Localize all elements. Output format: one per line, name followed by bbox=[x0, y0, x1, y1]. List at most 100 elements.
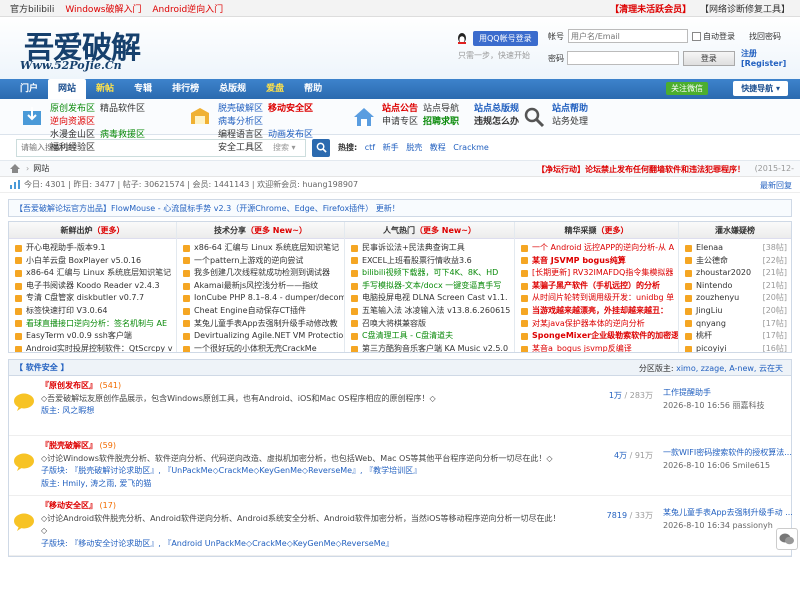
column-item[interactable]: Android实时投屏控制软件：QtScrcpy v bbox=[15, 343, 176, 352]
column-item[interactable]: 看球直播接口逆向分析：签名机制与 AE bbox=[15, 318, 176, 331]
latest-reply-link[interactable]: 最新回复 bbox=[760, 180, 792, 191]
official-ad-line[interactable]: 【吾爱破解论坛官方出品】FlowMouse - 心流鼠标手势 v2.3（开源Ch… bbox=[8, 199, 792, 217]
nav-ranking[interactable]: 排行榜 bbox=[162, 79, 209, 99]
column-item[interactable]: [长期更新] RV32IMAFDQ指令集模拟器 bbox=[521, 267, 678, 280]
site-logo[interactable]: 吾爱破解 Www.52PoJie.Cn bbox=[20, 23, 175, 77]
column-item[interactable]: Cheat Engine自动保存CT插件 bbox=[183, 305, 344, 318]
column-item[interactable]: 一个pattern上游戏的逆向尝试 bbox=[183, 255, 344, 268]
nav-portal[interactable]: 门户 bbox=[10, 79, 48, 99]
subnav-link-animation[interactable]: 动画发布区 bbox=[268, 130, 313, 140]
forum-title[interactable]: 『移动安全区』 bbox=[41, 501, 97, 510]
column-item-title[interactable]: Cheat Engine自动保存CT插件 bbox=[194, 305, 306, 318]
column-item-title[interactable]: 开心电视助手-版本9.1 bbox=[26, 242, 106, 255]
column-item[interactable]: EXCEL上班看股票行情收益3.6 bbox=[351, 255, 514, 268]
column-item[interactable]: 民事诉讼法+民法典查询工具 bbox=[351, 242, 514, 255]
bilibili-link[interactable]: 官方bilibili bbox=[10, 5, 54, 15]
column-item[interactable]: 我多创建几次线程就成功检测到调试器 bbox=[183, 267, 344, 280]
column-item-title[interactable]: 某音a_bogus jsvmp反编译 bbox=[532, 343, 632, 352]
subnav-link-quality[interactable]: 精品软件区 bbox=[100, 104, 145, 114]
column-item[interactable]: 当游戏越来越漂亮，外挂却越来越丑： bbox=[521, 305, 678, 318]
column-item[interactable]: bilibili视频下载器，可下4K、8K、HD bbox=[351, 267, 514, 280]
moderators-list[interactable]: ximo, zzage, A-new, 云在天 bbox=[676, 364, 783, 373]
column-item-title[interactable]: 从时间片轮转到调用级开发：unidbg 单 bbox=[532, 292, 674, 305]
column-item[interactable]: Akamai最新js风控浅分析——指纹 bbox=[183, 280, 344, 293]
column-item[interactable]: 某音 JSVMP bogus纯算 bbox=[521, 255, 678, 268]
column-item-title[interactable]: 小白羊云盘 BoxPlayer v5.0.16 bbox=[26, 255, 141, 268]
column-item[interactable]: 电子书阅读器 Koodo Reader v2.4.3 bbox=[15, 280, 176, 293]
android-reverse-link[interactable]: Android逆向入门 bbox=[152, 5, 223, 15]
column-item[interactable]: 第三方酷狗音乐客户端 KA Music v2.5.0 bbox=[351, 343, 514, 352]
column-item[interactable]: C盘清理工具 - C盘清道夫 bbox=[351, 330, 514, 343]
column-item[interactable]: x86-64 汇编与 Linux 系统底层知识笔记 bbox=[15, 267, 176, 280]
column-item-title[interactable]: 看球直播接口逆向分析：签名机制与 AE bbox=[26, 318, 167, 331]
column-item-title[interactable]: 对某java保护器本体的逆向分析 bbox=[532, 318, 645, 331]
column-item-title[interactable]: x86-64 汇编与 Linux 系统底层知识笔记 bbox=[194, 242, 339, 255]
column-item-title[interactable]: C盘清理工具 - C盘清道夫 bbox=[362, 330, 453, 343]
subnav-link-site-nav[interactable]: 站点导航 bbox=[423, 104, 459, 114]
column-item[interactable]: 对某java保护器本体的逆向分析 bbox=[521, 318, 678, 331]
column-item-title[interactable]: 某骗子黑产软件（手机远控）的分析 bbox=[532, 280, 660, 293]
forum-title[interactable]: 『原创发布区』 bbox=[41, 381, 97, 390]
subnav-link-reverse-res[interactable]: 逆向资源区 bbox=[50, 117, 95, 127]
nav-albums[interactable]: 专辑 bbox=[124, 79, 162, 99]
column-item-title[interactable]: 电脑投屏电视 DLNA Screen Cast v1.1. bbox=[362, 292, 508, 305]
nav-forum[interactable]: 网站 bbox=[48, 79, 87, 99]
account-input[interactable] bbox=[568, 29, 688, 43]
column-item-title[interactable]: x86-64 汇编与 Linux 系统底层知识笔记 bbox=[26, 267, 171, 280]
column-item[interactable]: Devirtualizing Agile.NET VM Protection bbox=[183, 330, 344, 343]
autologin-checkbox[interactable] bbox=[692, 31, 701, 41]
column-item[interactable]: JingLiu [20帖] bbox=[685, 305, 791, 318]
subnav-link-violation[interactable]: 违规怎么办 bbox=[474, 117, 519, 127]
subnav-link-security-tools[interactable]: 安全工具区 bbox=[218, 143, 263, 153]
column-item[interactable]: zouzhenyu [20帖] bbox=[685, 292, 791, 305]
column-item-title[interactable]: 一个pattern上游戏的逆向尝试 bbox=[194, 255, 303, 268]
subnav-link-site-rules[interactable]: 站点总版规 bbox=[474, 104, 519, 114]
last-post-title[interactable]: 一款WIFI密码搜索软件的授权算法... bbox=[663, 446, 800, 459]
forum-subforums[interactable]: 子版块: 『移动安全讨论求助区』, 『Android UnPackMe◇Crac… bbox=[41, 538, 561, 551]
column-more-link[interactable]: （更多 New~） bbox=[246, 226, 307, 235]
breadcrumb-forum[interactable]: 网站 bbox=[33, 163, 49, 174]
official-ad-text[interactable]: 【吾爱破解论坛官方出品】FlowMouse - 心流鼠标手势 v2.3（开源Ch… bbox=[15, 203, 400, 214]
network-repair-link[interactable]: 【网络诊断修复工具】 bbox=[700, 5, 790, 15]
subnav-link-unpack[interactable]: 脱壳破解区 bbox=[218, 104, 263, 114]
announcement-text[interactable]: 【净坛行动】论坛禁止发布任何翻墙软件和违法犯罪程序！ bbox=[537, 164, 745, 175]
column-item[interactable]: 电脑投屏电视 DLNA Screen Cast v1.1. bbox=[351, 292, 514, 305]
column-item[interactable]: 专清 C盘管家 diskbutler v0.7.7 bbox=[15, 292, 176, 305]
column-more-link[interactable]: （更多 New~） bbox=[415, 226, 476, 235]
column-item-title[interactable]: Android实时投屏控制软件：QtScrcpy v bbox=[26, 343, 172, 352]
quick-nav-dropdown[interactable]: 快捷导航 ▾ bbox=[733, 81, 788, 96]
column-item-title[interactable]: zhoustar2020 bbox=[696, 267, 751, 280]
column-more-link[interactable]: （更多） bbox=[597, 226, 629, 235]
column-item[interactable]: SpongeMixer企业级勒索软件的加密逻 bbox=[521, 330, 678, 343]
column-item[interactable]: qnyang [17帖] bbox=[685, 318, 791, 331]
column-item[interactable]: 桃杆 [17帖] bbox=[685, 330, 791, 343]
nav-help[interactable]: 帮助 bbox=[294, 79, 332, 99]
subnav-link-water[interactable]: 水漫金山区 bbox=[50, 130, 95, 140]
find-password-link[interactable]: 找回密码 bbox=[749, 31, 781, 42]
column-item[interactable]: x86-64 汇编与 Linux 系统底层知识笔记 bbox=[183, 242, 344, 255]
column-item[interactable]: 一个很好玩的小体积无壳CrackMe bbox=[183, 343, 344, 352]
column-item-title[interactable]: Akamai最新js风控浅分析——指纹 bbox=[194, 280, 318, 293]
register-link[interactable]: 注册[Register] bbox=[741, 48, 798, 68]
column-item-title[interactable]: 某兔儿童手表App去强制升级手动修改教 bbox=[194, 318, 338, 331]
column-item[interactable]: zhoustar2020 [21帖] bbox=[685, 267, 791, 280]
subnav-link-virus-analysis[interactable]: 病毒分析区 bbox=[218, 117, 263, 127]
password-input[interactable] bbox=[566, 51, 679, 65]
column-item-title[interactable]: picoyiyi bbox=[696, 343, 727, 352]
subnav-link-mobile[interactable]: 移动安全区 bbox=[268, 104, 313, 114]
column-item[interactable]: 一个 Android 远控APP的逆向分析-从 A bbox=[521, 242, 678, 255]
column-item[interactable]: 某兔儿童手表App去强制升级手动修改教 bbox=[183, 318, 344, 331]
column-item[interactable]: 小白羊云盘 BoxPlayer v5.0.16 bbox=[15, 255, 176, 268]
column-item[interactable]: 圭公德命 [22帖] bbox=[685, 255, 791, 268]
column-item-title[interactable]: 桃杆 bbox=[696, 330, 712, 343]
column-item-title[interactable]: IonCube PHP 8.1–8.4 - dumper/decomp bbox=[194, 292, 344, 305]
column-item-title[interactable]: zouzhenyu bbox=[696, 292, 739, 305]
subnav-link-programming[interactable]: 编程语言区 bbox=[218, 130, 263, 140]
clean-members-link[interactable]: 【清理未活跃会员】 bbox=[610, 5, 691, 15]
column-item-title[interactable]: Devirtualizing Agile.NET VM Protection bbox=[194, 330, 344, 343]
forum-section-title[interactable]: 【 软件安全 】 bbox=[15, 362, 69, 373]
column-item[interactable]: 从时间片轮转到调用级开发：unidbg 单 bbox=[521, 292, 678, 305]
forum-moderators[interactable]: 版主: 风之暇想 bbox=[41, 405, 561, 418]
column-more-link[interactable]: （更多） bbox=[93, 226, 125, 235]
column-item-title[interactable]: 电子书阅读器 Koodo Reader v2.4.3 bbox=[26, 280, 160, 293]
